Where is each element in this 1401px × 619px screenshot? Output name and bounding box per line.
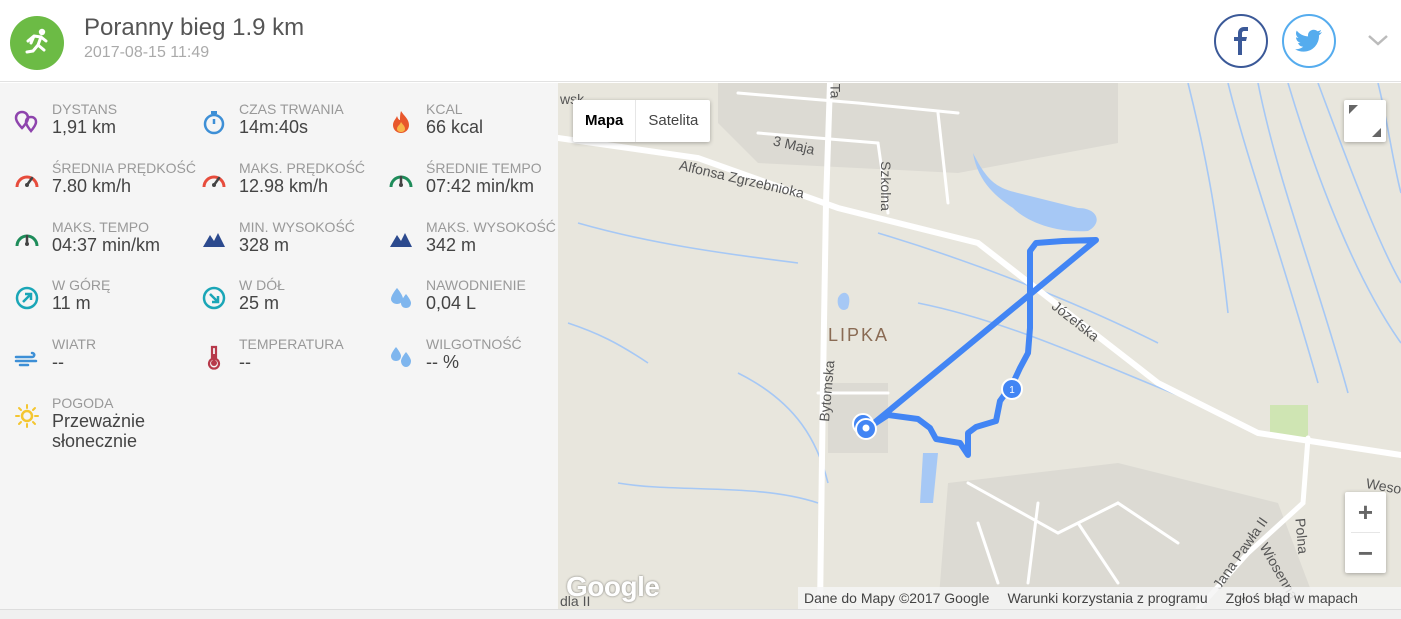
stat-label: W GÓRĘ — [52, 277, 111, 293]
water-drops-icon — [388, 285, 414, 311]
stat-value: 0,04 L — [426, 293, 477, 313]
street-label: Polna — [1292, 517, 1312, 555]
stat-value: 342 m — [426, 235, 477, 255]
stat-label: MIN. WYSOKOŚĆ — [239, 219, 355, 235]
mountain-icon — [388, 227, 414, 253]
arrow-down-circle-icon — [201, 285, 227, 311]
stat-w-dół: W DÓŁ 25 m — [201, 277, 387, 327]
stat-label: WILGOTNOŚĆ — [426, 336, 522, 352]
stat-dystans: DYSTANS 1,91 km — [14, 101, 200, 151]
stat-nawodnienie: NAWODNIENIE 0,04 L — [388, 277, 574, 327]
stat-value: 11 m — [52, 293, 91, 313]
fullscreen-icon — [1349, 105, 1381, 137]
stat-label: TEMPERATURA — [239, 336, 344, 352]
stat-label: W DÓŁ — [239, 277, 285, 293]
footer-strip — [0, 609, 1401, 619]
twitter-share-button[interactable] — [1282, 14, 1336, 68]
facebook-icon — [1234, 27, 1248, 55]
place-label: LIPKA — [828, 325, 890, 345]
stat-kcal: KCAL 66 kcal — [388, 101, 574, 151]
street-label: Ta — [827, 83, 844, 99]
stat-średnie-tempo: ŚREDNIE TEMPO 07:42 min/km — [388, 160, 574, 210]
street-label: Szkolna — [877, 161, 894, 211]
stat-value: 04:37 min/km — [52, 235, 161, 255]
twitter-icon — [1295, 29, 1322, 52]
pace-gauge-icon — [388, 168, 414, 194]
stat-value: -- — [52, 352, 64, 372]
stat-label: NAWODNIENIE — [426, 277, 526, 293]
stat-label: POGODA — [52, 395, 114, 411]
stat-maks-tempo: MAKS. TEMPO 04:37 min/km — [14, 219, 200, 269]
stats-panel: DYSTANS 1,91 km CZAS TRWANIA 14m:40s KCAL 66 … — [0, 83, 558, 609]
stat-średnia-prędkość: ŚREDNIA PRĘDKOŚĆ 7.80 km/h — [14, 160, 200, 210]
speedometer-icon — [201, 168, 227, 194]
stat-value: 1,91 km — [52, 117, 117, 137]
pace-gauge-icon — [14, 227, 40, 253]
zoom-control: + − — [1345, 492, 1386, 573]
activity-title: Poranny bieg 1.9 km — [84, 14, 305, 41]
stat-value: -- % — [426, 352, 459, 372]
stat-value: Przeważnie — [52, 411, 146, 431]
route-marker-label: 1 — [1009, 385, 1015, 396]
stat-label: MAKS. WYSOKOŚĆ — [426, 219, 556, 235]
stat-value: -- — [239, 352, 251, 372]
stat-min-wysokość: MIN. WYSOKOŚĆ 328 m — [201, 219, 387, 269]
stat-wilgotność: WILGOTNOŚĆ -- % — [388, 336, 574, 386]
facebook-share-button[interactable] — [1214, 14, 1268, 68]
google-logo[interactable]: Google — [566, 571, 660, 603]
stat-maks-wysokość: MAKS. WYSOKOŚĆ 342 m — [388, 219, 574, 269]
stat-label: ŚREDNIE TEMPO — [426, 160, 542, 176]
chevron-down-icon[interactable] — [1366, 30, 1390, 50]
stat-value: 07:42 min/km — [426, 176, 535, 196]
stat-label: MAKS. PRĘDKOŚĆ — [239, 160, 366, 176]
map-attribution-bar: Dane do Mapy ©2017 Google Warunki korzys… — [798, 587, 1401, 609]
stat-value: 14m:40s — [239, 117, 309, 137]
speedometer-icon — [14, 168, 40, 194]
report-error-link[interactable]: Zgłoś błąd w mapach — [1226, 590, 1358, 606]
zoom-in-button[interactable]: + — [1345, 492, 1386, 532]
stat-label: WIATR — [52, 336, 97, 352]
fullscreen-button[interactable] — [1344, 100, 1386, 142]
humidity-icon — [388, 344, 414, 370]
stat-value: 7.80 km/h — [52, 176, 132, 196]
activity-date: 2017-08-15 11:49 — [84, 44, 210, 61]
map-type-map-button[interactable]: Mapa — [573, 100, 637, 142]
stat-label: CZAS TRWANIA — [239, 101, 344, 117]
stat-label: MAKS. TEMPO — [52, 219, 149, 235]
stat-label: DYSTANS — [52, 101, 118, 117]
stat-value: 328 m — [239, 235, 290, 255]
stat-value: 25 m — [239, 293, 280, 313]
stat-value: 12.98 km/h — [239, 176, 329, 196]
stat-label: KCAL — [426, 101, 463, 117]
stat-czas-trwania: CZAS TRWANIA 14m:40s — [201, 101, 387, 151]
stat-temperatura: TEMPERATURA -- — [201, 336, 387, 386]
stat-pogoda: POGODA Przeważnie słonecznie — [14, 395, 200, 451]
thermometer-icon — [201, 344, 227, 370]
sun-icon — [14, 403, 40, 429]
stopwatch-icon — [201, 109, 227, 135]
route-map[interactable]: 1 3 Maja Alfonsa Zgrzebnioka Szkolna Józ… — [558, 83, 1401, 609]
stat-maks-prędkość: MAKS. PRĘDKOŚĆ 12.98 km/h — [201, 160, 387, 210]
stat-wiatr: WIATR -- — [14, 336, 200, 386]
zoom-out-button[interactable]: − — [1345, 533, 1386, 573]
terms-link[interactable]: Warunki korzystania z programu — [1007, 590, 1207, 606]
running-icon — [10, 16, 64, 70]
map-type-satellite-button[interactable]: Satelita — [636, 100, 710, 142]
mountain-icon — [201, 227, 227, 253]
stat-label: ŚREDNIA PRĘDKOŚĆ — [52, 160, 196, 176]
stat-value-line2: słonecznie — [52, 431, 138, 451]
stat-w-górę: W GÓRĘ 11 m — [14, 277, 200, 327]
map-data-attribution[interactable]: Dane do Mapy ©2017 Google — [804, 590, 989, 606]
map-type-control: Mapa Satelita — [573, 100, 711, 142]
arrow-up-circle-icon — [14, 285, 40, 311]
wind-icon — [14, 344, 40, 370]
activity-header: Poranny bieg 1.9 km 2017-08-15 11:49 — [0, 0, 1401, 82]
flame-icon — [388, 109, 414, 135]
distance-icon — [14, 109, 40, 135]
stat-value: 66 kcal — [426, 117, 484, 137]
